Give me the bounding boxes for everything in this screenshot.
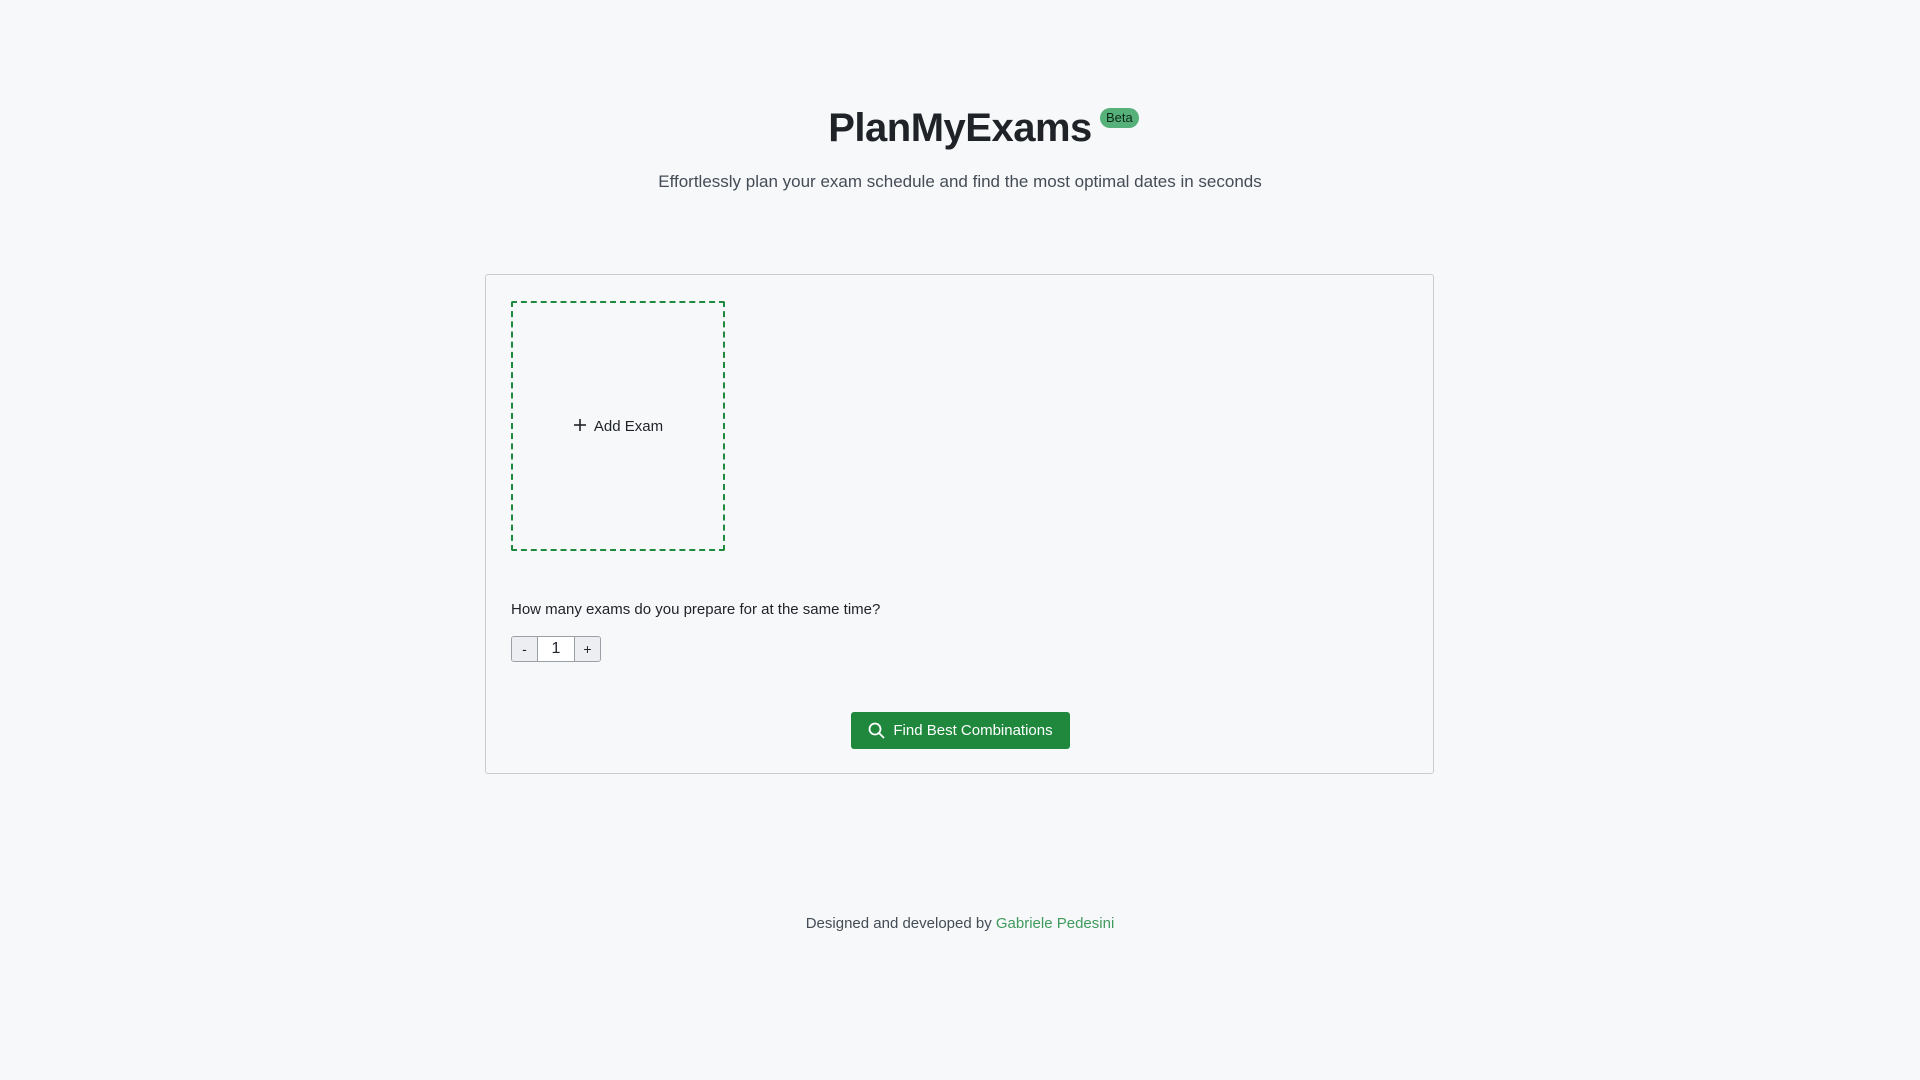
footer-text: Designed and developed by: [805, 915, 992, 932]
app-subtitle: Effortlessly plan your exam schedule and…: [658, 172, 1262, 191]
decrement-button[interactable]: -: [512, 637, 537, 661]
plus-icon: [573, 418, 587, 434]
header: PlanMyExams Beta Effortlessly plan your …: [0, 98, 1920, 192]
stepper-value[interactable]: 1: [537, 637, 575, 661]
add-exam-button[interactable]: Add Exam: [511, 301, 725, 551]
find-button-label: Find Best Combinations: [893, 722, 1053, 739]
add-exam-label: Add Exam: [593, 417, 664, 435]
concurrent-exams-question: How many exams do you prepare for at the…: [511, 601, 881, 618]
beta-badge: Beta: [1100, 108, 1139, 128]
page: PlanMyExams Beta Effortlessly plan your …: [0, 0, 1920, 1080]
app-title: PlanMyExams: [828, 106, 1092, 150]
search-icon: [868, 722, 885, 739]
concurrent-exams-stepper: - 1 +: [511, 636, 601, 662]
footer: Designed and developed by Gabriele Pedes…: [0, 915, 1920, 932]
find-best-combinations-button[interactable]: Find Best Combinations: [851, 712, 1070, 749]
title-wrap: PlanMyExams Beta: [828, 98, 1139, 158]
author-link[interactable]: Gabriele Pedesini: [996, 915, 1114, 932]
add-exam-content: Add Exam: [573, 418, 663, 435]
increment-button[interactable]: +: [575, 637, 600, 661]
exam-planner-card: Add Exam How many exams do you prepare f…: [485, 274, 1434, 774]
